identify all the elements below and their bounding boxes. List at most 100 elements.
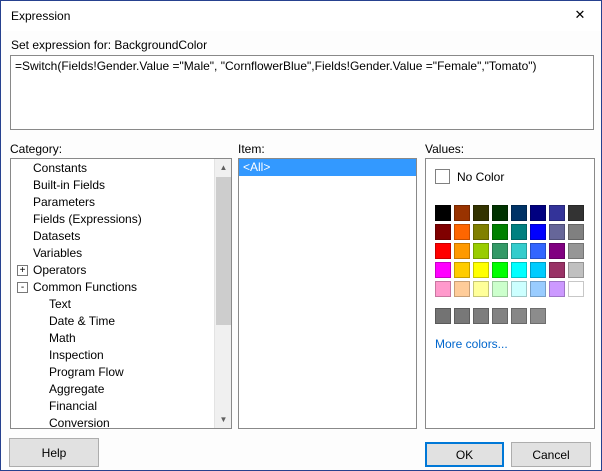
color-swatch[interactable] (568, 281, 584, 297)
category-item[interactable]: Variables (11, 245, 214, 262)
color-swatch[interactable] (454, 308, 470, 324)
color-swatch[interactable] (549, 262, 565, 278)
color-swatch[interactable] (549, 224, 565, 240)
category-item[interactable]: Program Flow (11, 364, 214, 381)
color-swatch[interactable] (454, 205, 470, 221)
close-icon[interactable]: ✕ (559, 1, 601, 29)
color-swatch[interactable] (530, 243, 546, 259)
category-item-label: Constants (33, 161, 88, 175)
color-swatch[interactable] (473, 205, 489, 221)
category-item[interactable]: Conversion (11, 415, 214, 428)
gray-palette (435, 308, 546, 327)
color-swatch[interactable] (473, 262, 489, 278)
swatch-row (435, 243, 584, 259)
color-swatch[interactable] (549, 281, 565, 297)
category-list[interactable]: Constants Built-in Fields Parameters Fields… (10, 158, 232, 429)
color-swatch[interactable] (435, 262, 451, 278)
color-swatch[interactable] (530, 205, 546, 221)
category-item[interactable]: - Common Functions (11, 279, 214, 296)
category-item-label: Financial (49, 399, 98, 413)
category-item[interactable]: Datasets (11, 228, 214, 245)
scrollbar-thumb[interactable] (216, 177, 231, 325)
category-item-label: Program Flow (49, 365, 124, 379)
color-swatch[interactable] (492, 243, 508, 259)
titlebar: Expression ✕ (1, 1, 601, 31)
swatch-row (435, 281, 584, 297)
category-item-label: Variables (33, 246, 83, 260)
category-scrollbar[interactable]: ▲ ▼ (214, 159, 231, 428)
color-swatch[interactable] (511, 224, 527, 240)
category-item[interactable]: Date & Time (11, 313, 214, 330)
color-swatch[interactable] (511, 281, 527, 297)
swatch-row (435, 224, 584, 240)
color-swatch[interactable] (511, 205, 527, 221)
scroll-down-icon[interactable]: ▼ (215, 411, 231, 428)
category-item[interactable]: Aggregate (11, 381, 214, 398)
color-swatch[interactable] (435, 281, 451, 297)
item-list[interactable]: <All> (238, 158, 417, 429)
category-item[interactable]: + Operators (11, 262, 214, 279)
scroll-up-icon[interactable]: ▲ (215, 159, 231, 176)
color-swatch[interactable] (435, 308, 451, 324)
no-color-label: No Color (457, 169, 505, 184)
expression-dialog: Expression ✕ Set expression for: Backgro… (0, 0, 602, 471)
item-list-row[interactable]: <All> (239, 159, 416, 176)
color-swatch[interactable] (454, 281, 470, 297)
color-swatch[interactable] (473, 243, 489, 259)
color-swatch[interactable] (473, 281, 489, 297)
more-colors-link[interactable]: More colors... (435, 337, 508, 351)
color-swatch[interactable] (530, 262, 546, 278)
category-item-label: Parameters (33, 195, 96, 209)
cancel-button[interactable]: Cancel (511, 442, 591, 467)
color-swatch[interactable] (549, 205, 565, 221)
color-swatch[interactable] (568, 262, 584, 278)
color-swatch[interactable] (492, 308, 508, 324)
color-swatch[interactable] (492, 281, 508, 297)
expand-icon[interactable]: + (17, 265, 28, 276)
color-swatch[interactable] (549, 243, 565, 259)
category-item-label: Datasets (33, 229, 81, 243)
color-swatch[interactable] (492, 262, 508, 278)
color-swatch[interactable] (473, 224, 489, 240)
set-expression-label: Set expression for: BackgroundColor (11, 38, 208, 52)
category-item[interactable]: Constants (11, 160, 214, 177)
color-swatch[interactable] (530, 281, 546, 297)
no-color-swatch (435, 169, 450, 184)
expression-input[interactable]: =Switch(Fields!Gender.Value ="Male", "Co… (10, 55, 594, 130)
category-item[interactable]: Built-in Fields (11, 177, 214, 194)
category-item-label: Fields (Expressions) (33, 212, 142, 226)
color-swatch[interactable] (530, 224, 546, 240)
category-item[interactable]: Inspection (11, 347, 214, 364)
color-swatch[interactable] (492, 205, 508, 221)
help-button[interactable]: Help (9, 438, 99, 467)
color-swatch[interactable] (568, 205, 584, 221)
color-swatch[interactable] (492, 224, 508, 240)
color-swatch[interactable] (511, 243, 527, 259)
category-item-label: Built-in Fields (33, 178, 106, 192)
category-item[interactable]: Math (11, 330, 214, 347)
color-swatch[interactable] (435, 224, 451, 240)
values-panel: No Color More colors... (425, 158, 595, 429)
category-item[interactable]: Fields (Expressions) (11, 211, 214, 228)
color-swatch[interactable] (454, 224, 470, 240)
color-swatch[interactable] (454, 243, 470, 259)
swatch-row (435, 308, 546, 324)
category-item-label: Common Functions (33, 280, 138, 294)
category-item[interactable]: Financial (11, 398, 214, 415)
color-swatch[interactable] (511, 308, 527, 324)
category-item[interactable]: Text (11, 296, 214, 313)
category-item[interactable]: Parameters (11, 194, 214, 211)
ok-button[interactable]: OK (425, 442, 504, 467)
no-color-option[interactable]: No Color (435, 169, 504, 184)
color-swatch[interactable] (473, 308, 489, 324)
item-label: Item: (238, 142, 265, 156)
color-swatch[interactable] (454, 262, 470, 278)
color-swatch[interactable] (568, 243, 584, 259)
color-swatch[interactable] (511, 262, 527, 278)
color-swatch[interactable] (568, 224, 584, 240)
color-swatch[interactable] (435, 205, 451, 221)
category-item-label: Text (49, 297, 72, 311)
color-swatch[interactable] (435, 243, 451, 259)
collapse-icon[interactable]: - (17, 282, 28, 293)
color-swatch[interactable] (530, 308, 546, 324)
